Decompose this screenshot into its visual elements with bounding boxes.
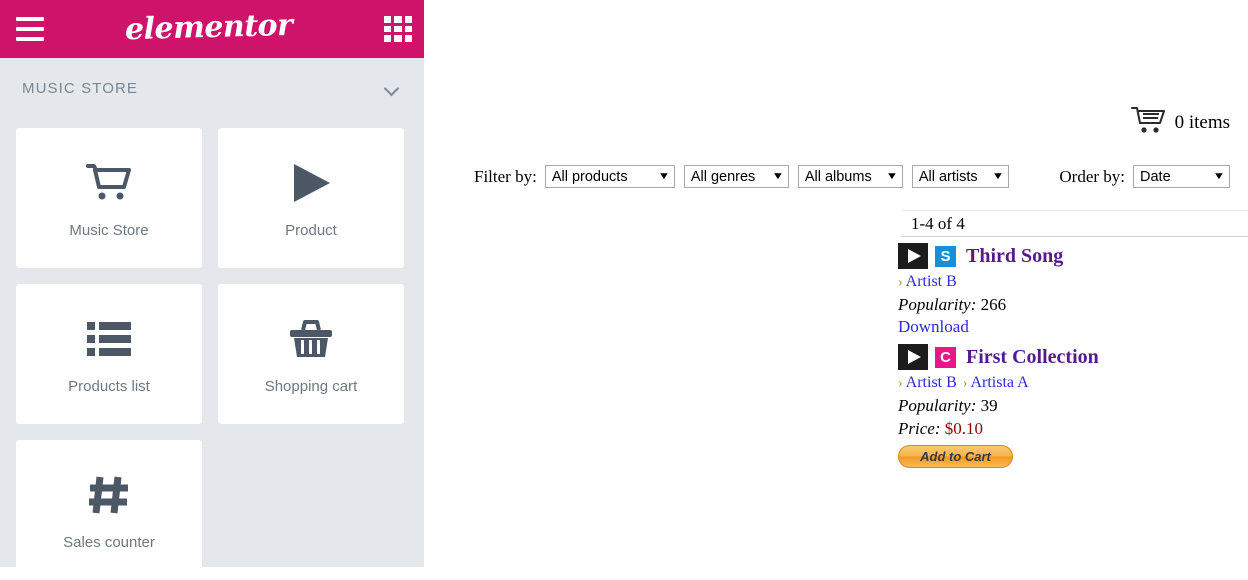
product-type-badge: S — [935, 245, 956, 267]
elementor-logo: elementor — [124, 7, 294, 47]
filter-select-products[interactable]: All products ▼ — [544, 165, 675, 188]
widget-card-sales-counter[interactable]: Sales counter — [16, 440, 202, 580]
play-button[interactable] — [898, 344, 928, 370]
order-by-value: Date — [1140, 168, 1171, 185]
order-by-label: Order by: — [1059, 166, 1125, 186]
artist-chevron-icon: › — [962, 376, 968, 391]
widget-card-label: Music Store — [69, 221, 149, 239]
list-icon — [86, 314, 132, 364]
widget-card-label: Product — [285, 221, 337, 239]
panel-title: MUSIC STORE — [22, 79, 139, 97]
panel-title-row: MUSIC STORE — [0, 58, 424, 118]
filter-select-artists[interactable]: All artists ▼ — [911, 165, 1009, 188]
chevron-down-icon: ▼ — [991, 170, 1005, 182]
artist-chevron-icon: › — [898, 275, 903, 290]
cart-item-count: 0 items — [1174, 111, 1230, 133]
hamburger-icon[interactable] — [12, 13, 48, 45]
widget-card-music-store[interactable]: Music Store — [16, 128, 202, 268]
shopping-cart-icon — [86, 158, 132, 208]
chevron-down-icon: ▼ — [657, 170, 671, 182]
artist-link[interactable]: Artist B — [906, 374, 957, 391]
widget-card-label: Sales counter — [63, 533, 155, 551]
results-count-bar: 1-4 of 4 — [902, 210, 1248, 237]
results-count: 1-4 of 4 — [911, 213, 965, 233]
product-price: Price: $0.10 — [898, 419, 983, 438]
order-by-select[interactable]: Date ▼ — [1133, 165, 1230, 188]
product-title-row: S Third Song — [898, 242, 1248, 270]
artist-chevron-icon: › — [898, 376, 903, 391]
shopping-cart-icon — [1130, 106, 1167, 139]
editor-sidebar: elementor MUSIC STORE Music Store Produc… — [0, 0, 424, 580]
widget-card-product[interactable]: Product — [218, 128, 404, 268]
filter-select-genres[interactable]: All genres ▼ — [683, 165, 789, 188]
filter-toolbar: Filter by: All products ▼ All genres ▼ A… — [474, 165, 1230, 188]
product-popularity: Popularity: 39 — [898, 396, 998, 415]
product-grid: S Third Song › Artist B Popularity: 266 Downl… — [898, 242, 1248, 474]
cart-summary[interactable]: 0 items — [1130, 106, 1230, 139]
product-artists: › Artist B › Artista A — [898, 374, 1248, 393]
sidebar-header: elementor — [0, 0, 424, 58]
widget-card-products-list[interactable]: Products list — [16, 284, 202, 424]
product-title-row: C First Collection — [898, 343, 1248, 371]
filter-by-label: Filter by: — [474, 166, 537, 186]
play-button[interactable] — [898, 243, 928, 269]
grid-apps-icon[interactable] — [383, 16, 412, 42]
widget-card-grid: Music Store Product Products list Shoppi… — [0, 118, 424, 580]
product-title[interactable]: First Collection — [966, 346, 1099, 369]
app-screen: elementor MUSIC STORE Music Store Produc… — [0, 0, 1248, 580]
chevron-down-icon: ▼ — [1212, 170, 1226, 182]
play-triangle-icon — [288, 158, 334, 208]
widget-card-shopping-cart[interactable]: Shopping cart — [218, 284, 404, 424]
filter-select-albums-value: All albums — [804, 168, 872, 185]
order-by-group: Order by: Date ▼ — [1059, 165, 1230, 188]
chevron-down-icon: ▼ — [885, 170, 899, 182]
filter-select-genres-value: All genres — [690, 168, 756, 185]
hash-icon — [86, 470, 132, 520]
product-title[interactable]: Third Song — [966, 245, 1063, 268]
filter-select-products-value: All products — [551, 168, 628, 185]
chevron-down-icon[interactable] — [384, 79, 402, 97]
widget-card-label: Products list — [68, 377, 150, 395]
basket-icon — [288, 314, 334, 364]
product-item: S Third Song › Artist B Popularity: 266 Downl… — [898, 242, 1248, 337]
product-artists: › Artist B — [898, 273, 1248, 292]
chevron-down-icon: ▼ — [771, 170, 785, 182]
filter-select-albums[interactable]: All albums ▼ — [797, 165, 903, 188]
widget-card-label: Shopping cart — [264, 377, 358, 395]
product-type-badge: C — [935, 346, 956, 368]
product-popularity: Popularity: 266 — [898, 295, 1007, 314]
download-link[interactable]: Download — [898, 317, 969, 337]
artist-link[interactable]: Artista A — [970, 374, 1028, 391]
filter-select-artists-value: All artists — [918, 168, 978, 185]
artist-link[interactable]: Artist B — [906, 273, 957, 290]
preview-canvas: 0 items Filter by: All products ▼ All ge… — [424, 0, 1248, 567]
product-item: C First Collection › Artist B › Artista A Popu… — [898, 343, 1248, 468]
add-to-cart-button[interactable]: Add to Cart — [898, 445, 1013, 468]
add-to-cart-label: Add to Cart — [920, 449, 991, 464]
